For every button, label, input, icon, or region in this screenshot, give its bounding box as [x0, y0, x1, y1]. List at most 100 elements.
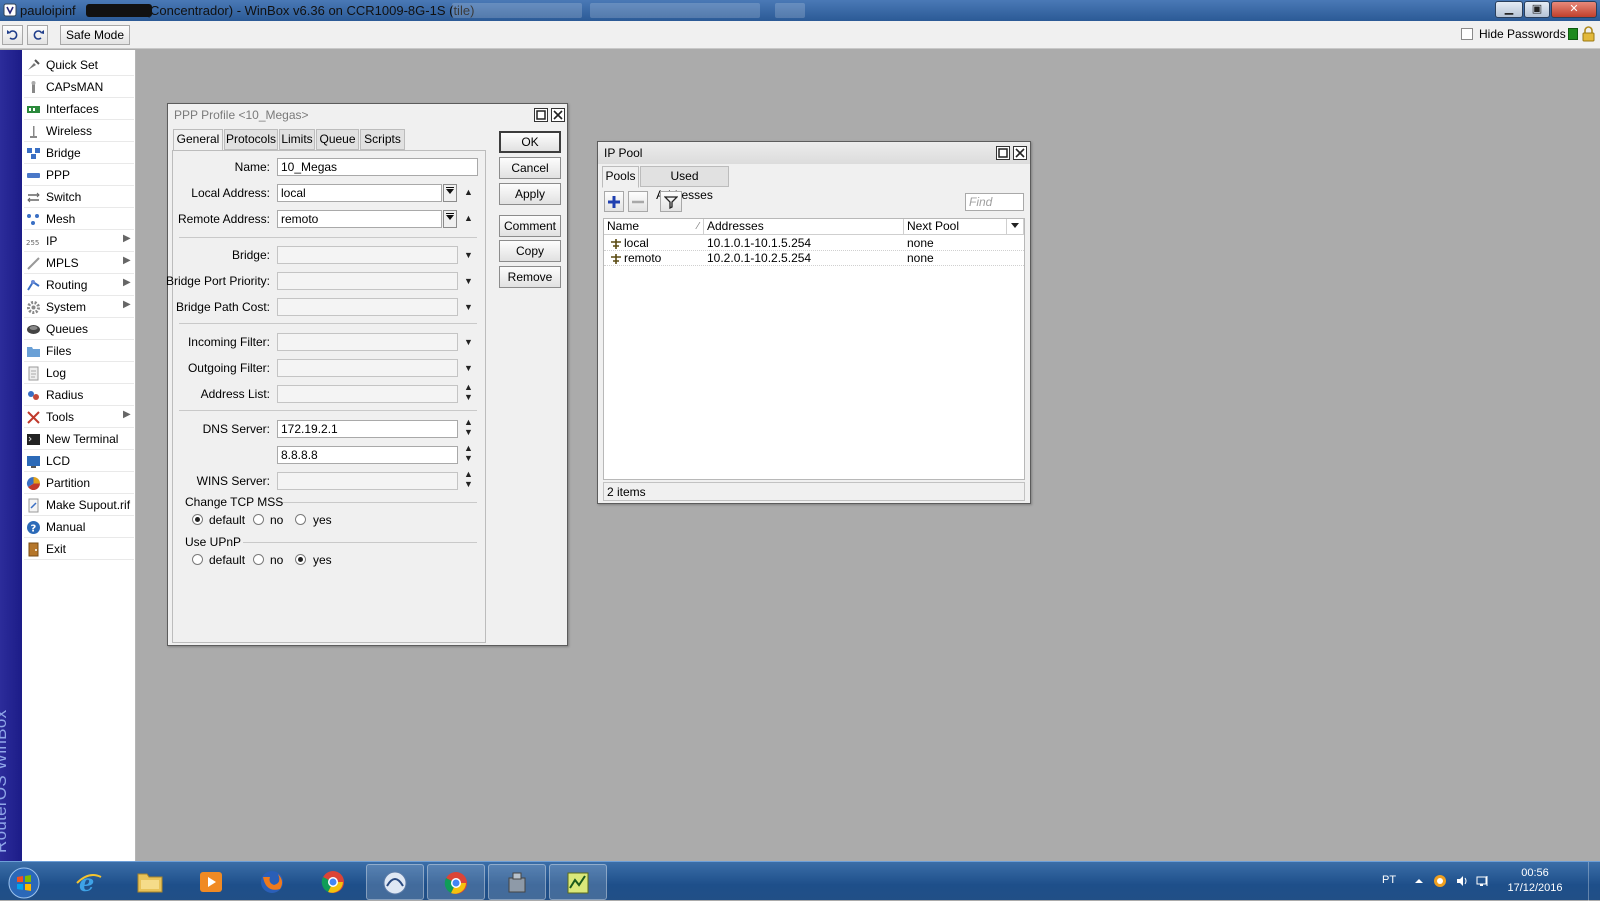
- local-address-dropdown[interactable]: [443, 184, 457, 202]
- table-row[interactable]: local 10.1.0.1-10.1.5.254 none: [604, 236, 1024, 251]
- cancel-button[interactable]: Cancel: [499, 157, 561, 179]
- sidebar-item-wireless[interactable]: Wireless: [24, 120, 134, 142]
- stepper-up-icon[interactable]: ▲: [464, 469, 473, 479]
- stepper-up-icon[interactable]: ▲: [464, 382, 473, 392]
- sidebar-item-interfaces[interactable]: Interfaces: [24, 98, 134, 120]
- start-button[interactable]: [0, 864, 50, 900]
- stepper-down-icon[interactable]: ▼: [464, 453, 473, 463]
- ppp-profile-titlebar[interactable]: PPP Profile <10_Megas>: [168, 104, 567, 126]
- bridge-field[interactable]: [277, 246, 458, 264]
- tab-protocols[interactable]: Protocols: [224, 129, 278, 150]
- sidebar-item-exit[interactable]: Exit: [24, 538, 134, 560]
- upnp-no-radio[interactable]: [253, 554, 264, 565]
- column-chooser-button[interactable]: [1007, 219, 1024, 235]
- taskbar-app-task-manager[interactable]: [549, 864, 607, 900]
- taskbar-app-media-player[interactable]: [183, 864, 241, 900]
- sidebar-item-partition[interactable]: Partition: [24, 472, 134, 494]
- show-desktop-button[interactable]: [1588, 862, 1600, 901]
- sidebar-item-queues[interactable]: Queues: [24, 318, 134, 340]
- upnp-default-radio[interactable]: [192, 554, 203, 565]
- local-address-field[interactable]: local: [277, 184, 442, 202]
- chevron-down-icon[interactable]: ▼: [464, 276, 473, 286]
- sidebar-item-quick-set[interactable]: Quick Set: [24, 54, 134, 76]
- upnp-yes-radio[interactable]: [295, 554, 306, 565]
- sidebar-item-lcd[interactable]: LCD: [24, 450, 134, 472]
- sidebar-item-routing[interactable]: Routing ▶: [24, 274, 134, 296]
- sidebar-item-tools[interactable]: Tools ▶: [24, 406, 134, 428]
- network-icon[interactable]: [1476, 874, 1490, 888]
- dns-server-2-field[interactable]: 8.8.8.8: [277, 446, 458, 464]
- maximize-button[interactable]: ▣: [1524, 1, 1550, 18]
- minimize-button[interactable]: ▁: [1495, 1, 1523, 18]
- dns-server-field[interactable]: 172.19.2.1: [277, 420, 458, 438]
- sidebar-item-capsman[interactable]: CAPsMAN: [24, 76, 134, 98]
- remote-address-field[interactable]: remoto: [277, 210, 442, 228]
- tcp-mss-no-radio[interactable]: [253, 514, 264, 525]
- sidebar-item-log[interactable]: Log: [24, 362, 134, 384]
- undo-button[interactable]: [2, 25, 23, 45]
- remove-button[interactable]: Remove: [499, 266, 561, 288]
- show-hidden-icons-icon[interactable]: [1412, 874, 1426, 888]
- tcp-mss-default-radio[interactable]: [192, 514, 203, 525]
- ok-button[interactable]: OK: [499, 131, 561, 153]
- tab-scripts[interactable]: Scripts: [360, 129, 405, 150]
- sidebar-item-make-supout[interactable]: Make Supout.rif: [24, 494, 134, 516]
- ip-pool-close-button[interactable]: [1013, 146, 1027, 160]
- outgoing-filter-field[interactable]: [277, 359, 458, 377]
- volume-icon[interactable]: [1455, 874, 1469, 888]
- copy-button[interactable]: Copy: [499, 240, 561, 262]
- chevron-down-icon[interactable]: ▼: [464, 302, 473, 312]
- stepper-down-icon[interactable]: ▼: [464, 392, 473, 402]
- sidebar-item-ppp[interactable]: PPP: [24, 164, 134, 186]
- language-indicator[interactable]: PT: [1382, 874, 1396, 886]
- winbox-app-icon[interactable]: [3, 3, 17, 17]
- incoming-filter-field[interactable]: [277, 333, 458, 351]
- hide-passwords-checkbox[interactable]: [1461, 28, 1473, 40]
- address-list-field[interactable]: [277, 385, 458, 403]
- chevron-down-icon[interactable]: ▼: [464, 337, 473, 347]
- ppp-close-button[interactable]: [551, 108, 565, 122]
- tcp-mss-yes-radio[interactable]: [295, 514, 306, 525]
- sidebar-item-manual[interactable]: ? Manual: [24, 516, 134, 538]
- wins-server-field[interactable]: [277, 472, 458, 490]
- sidebar-item-radius[interactable]: Radius: [24, 384, 134, 406]
- ip-pool-maximize-button[interactable]: [996, 146, 1010, 160]
- taskbar-app-firefox[interactable]: [244, 864, 302, 900]
- safe-mode-button[interactable]: Safe Mode: [60, 25, 130, 45]
- comment-button[interactable]: Comment: [499, 215, 561, 237]
- sidebar-item-ip[interactable]: 255 IP ▶: [24, 230, 134, 252]
- chevron-down-icon[interactable]: ▼: [464, 250, 473, 260]
- sidebar-item-bridge[interactable]: Bridge: [24, 142, 134, 164]
- sidebar-item-switch[interactable]: Switch: [24, 186, 134, 208]
- add-button[interactable]: [604, 191, 624, 212]
- remote-address-dropdown[interactable]: [443, 210, 457, 228]
- tab-general[interactable]: General: [173, 129, 223, 151]
- stepper-down-icon[interactable]: ▼: [464, 479, 473, 489]
- collapse-up-icon[interactable]: ▲: [464, 213, 473, 223]
- redo-button[interactable]: [27, 25, 48, 45]
- stepper-up-icon[interactable]: ▲: [464, 417, 473, 427]
- remove-item-button[interactable]: [628, 191, 648, 212]
- taskbar-app-chrome[interactable]: [305, 864, 363, 900]
- sidebar-item-new-terminal[interactable]: New Terminal: [24, 428, 134, 450]
- ip-pool-titlebar[interactable]: IP Pool: [598, 142, 1030, 164]
- taskbar-app-winbox[interactable]: [366, 864, 424, 900]
- column-header-name[interactable]: Name ⁄: [604, 219, 704, 235]
- bridge-port-priority-field[interactable]: [277, 272, 458, 290]
- stepper-down-icon[interactable]: ▼: [464, 427, 473, 437]
- taskbar-app-internet-explorer[interactable]: e: [61, 864, 119, 900]
- antivirus-icon[interactable]: [1433, 874, 1447, 888]
- ppp-maximize-button[interactable]: [534, 108, 548, 122]
- sidebar-item-files[interactable]: Files: [24, 340, 134, 362]
- taskbar-app-network-tool[interactable]: [488, 864, 546, 900]
- tab-used-addresses[interactable]: Used Addresses: [640, 166, 729, 202]
- name-field[interactable]: 10_Megas: [277, 158, 478, 176]
- sidebar-item-mesh[interactable]: Mesh: [24, 208, 134, 230]
- table-row[interactable]: remoto 10.2.0.1-10.2.5.254 none: [604, 251, 1024, 266]
- system-clock[interactable]: 00:56 17/12/2016: [1500, 866, 1570, 896]
- sidebar-item-system[interactable]: System ▶: [24, 296, 134, 318]
- apply-button[interactable]: Apply: [499, 183, 561, 205]
- close-button[interactable]: ✕: [1551, 1, 1597, 18]
- column-header-next-pool[interactable]: Next Pool: [904, 219, 1007, 235]
- column-header-addresses[interactable]: Addresses: [704, 219, 904, 235]
